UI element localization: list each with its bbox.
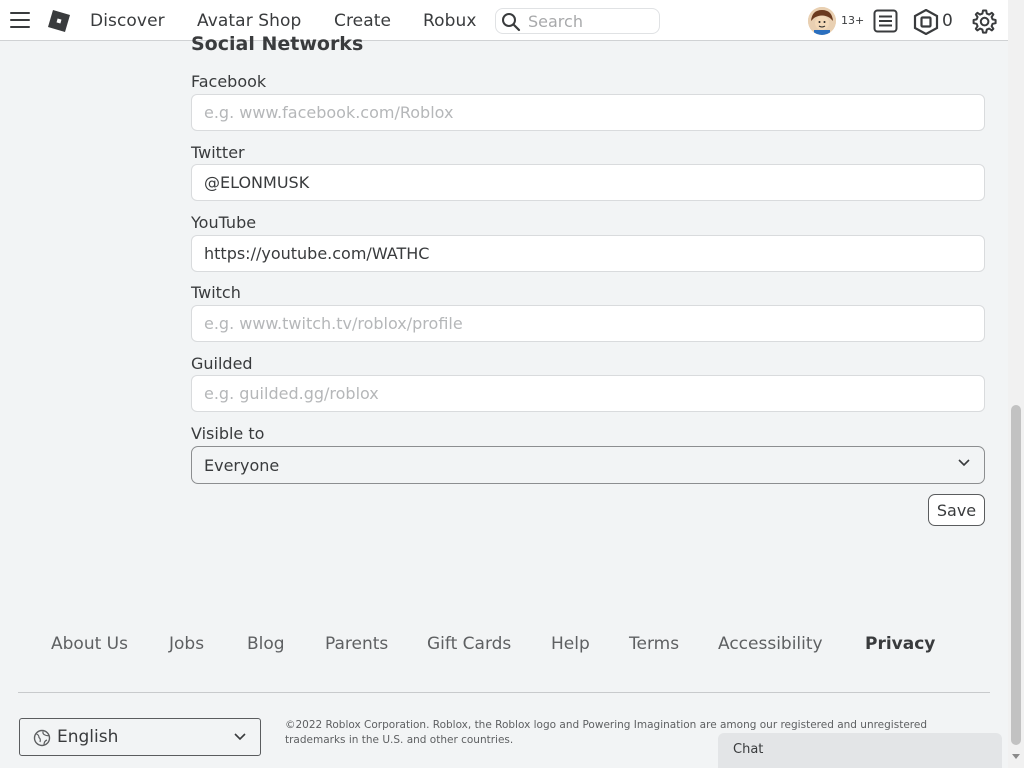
avatar[interactable] [808, 7, 836, 35]
guilded-label: Guilded [191, 354, 253, 373]
save-button[interactable]: Save [928, 494, 985, 526]
gear-icon[interactable] [971, 9, 997, 35]
visible-to-value: Everyone [204, 456, 280, 475]
twitch-input[interactable] [191, 305, 985, 342]
robux-balance[interactable]: 0 [942, 11, 953, 31]
search-icon [502, 13, 521, 32]
footer-link-blog[interactable]: Blog [247, 634, 285, 654]
chevron-down-icon [958, 459, 970, 467]
footer-link-terms[interactable]: Terms [629, 634, 679, 654]
language-value: English [57, 727, 119, 747]
footer-divider [18, 692, 990, 693]
roblox-logo-icon[interactable] [48, 10, 70, 32]
chat-label: Chat [733, 742, 764, 757]
language-select[interactable]: English [19, 718, 261, 756]
facebook-input[interactable] [191, 94, 985, 131]
youtube-label: YouTube [191, 213, 257, 232]
footer-link-parents[interactable]: Parents [325, 634, 388, 654]
footer-link-accessibility[interactable]: Accessibility [718, 634, 823, 654]
twitch-label: Twitch [191, 283, 241, 302]
hamburger-menu-icon[interactable] [10, 12, 30, 28]
nav-link-robux[interactable]: Robux [423, 11, 477, 31]
footer-link-jobs[interactable]: Jobs [169, 634, 204, 654]
footer-link-about-us[interactable]: About Us [51, 634, 128, 654]
twitter-input[interactable] [191, 164, 985, 201]
footer-link-help[interactable]: Help [551, 634, 590, 654]
footer-link-gift-cards[interactable]: Gift Cards [427, 634, 511, 654]
scroll-down-arrow-icon[interactable] [1012, 754, 1020, 759]
search-placeholder: Search [528, 12, 583, 31]
nav-link-avatar-shop[interactable]: Avatar Shop [197, 11, 301, 31]
visible-to-label: Visible to [191, 424, 265, 443]
youtube-input[interactable] [191, 235, 985, 272]
top-navigation-bar: Discover Avatar Shop Create Robux Search… [0, 0, 1008, 41]
globe-icon [33, 729, 51, 747]
search-box[interactable]: Search [495, 8, 660, 34]
age-badge: 13+ [841, 14, 865, 27]
nav-link-discover[interactable]: Discover [90, 11, 165, 31]
section-title: Social Networks [191, 33, 364, 55]
guilded-input[interactable] [191, 375, 985, 412]
scrollbar-thumb[interactable] [1011, 405, 1021, 745]
chat-panel[interactable]: Chat [718, 733, 1002, 768]
footer-link-privacy[interactable]: Privacy [865, 634, 935, 654]
visible-to-select[interactable]: Everyone [191, 446, 985, 484]
scrollbar[interactable] [1008, 0, 1024, 768]
twitter-label: Twitter [191, 143, 245, 162]
facebook-label: Facebook [191, 72, 267, 91]
chevron-down-icon [234, 733, 246, 741]
nav-link-create[interactable]: Create [334, 11, 391, 31]
robux-icon[interactable] [913, 9, 939, 35]
list-icon[interactable] [873, 9, 898, 33]
